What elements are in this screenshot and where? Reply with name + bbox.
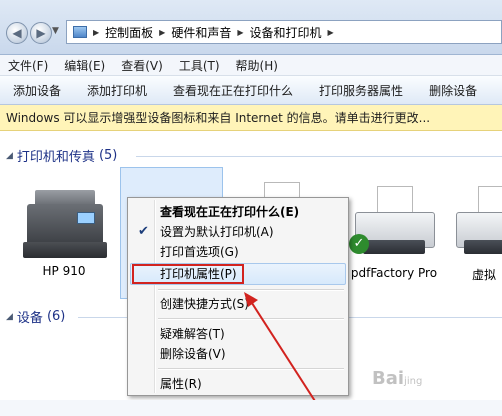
watermark-tail: jing: [404, 376, 423, 387]
menu-file[interactable]: 文件(F): [0, 57, 56, 74]
print-server-properties-button[interactable]: 打印服务器属性: [306, 82, 416, 99]
info-bar[interactable]: Windows 可以显示增强型设备图标和来自 Internet 的信息。请单击进…: [0, 105, 502, 131]
annotation-highlight-box: [132, 264, 244, 284]
default-printer-check-icon: ✓: [349, 234, 369, 254]
back-icon: ◀: [12, 26, 22, 40]
menu-help[interactable]: 帮助(H): [228, 57, 286, 74]
menu-item-label: 疑难解答(T): [160, 327, 225, 341]
devices-group-count: (6): [46, 309, 66, 324]
devices-group-label: 设备: [16, 311, 43, 326]
device-label: pdfFactory Pro: [350, 266, 438, 280]
menu-item-properties[interactable]: 属性(R): [130, 374, 346, 394]
printer-icon: ✓: [349, 186, 439, 266]
menu-item-create-shortcut[interactable]: 创建快捷方式(S): [130, 294, 346, 314]
menu-item-label: 打印首选项(G): [160, 245, 239, 259]
menu-item-set-default[interactable]: ✔ 设置为默认打印机(A): [130, 222, 346, 242]
group-divider: [136, 156, 502, 157]
context-menu: 查看现在正在打印什么(E) ✔ 设置为默认打印机(A) 打印首选项(G) 打印机…: [127, 197, 349, 396]
device-pdffactory[interactable]: ✓ pdfFactory Pro: [348, 186, 440, 280]
menu-bar: 文件(F) 编辑(E) 查看(V) 工具(T) 帮助(H): [0, 55, 502, 76]
watermark: Baijing: [372, 368, 422, 389]
checkmark-icon: ✔: [138, 224, 149, 239]
bottom-strip: [0, 400, 502, 416]
printers-group-count: (5): [98, 148, 118, 163]
chevron-right-icon[interactable]: ▶: [237, 28, 243, 37]
menu-item-label: 查看现在正在打印什么(E): [160, 205, 300, 219]
printers-group-label: 打印机和传真: [16, 150, 95, 165]
chevron-right-icon[interactable]: ▶: [93, 28, 99, 37]
collapse-icon[interactable]: ◢: [6, 312, 13, 322]
see-whats-printing-button[interactable]: 查看现在正在打印什么: [160, 82, 306, 99]
menu-item-printing-preferences[interactable]: 打印首选项(G): [130, 242, 346, 262]
command-bar: 添加设备 添加打印机 查看现在正在打印什么 打印服务器属性 删除设备: [0, 76, 502, 105]
control-panel-icon: [73, 26, 87, 38]
device-hp910[interactable]: HP 910: [16, 182, 112, 278]
address-bar: ◀ ▶ ▼ ▶ 控制面板 ▶ 硬件和声音 ▶ 设备和打印机 ▶: [0, 0, 502, 55]
back-button[interactable]: ◀: [6, 22, 28, 44]
menu-tools[interactable]: 工具(T): [171, 57, 228, 74]
chevron-right-icon[interactable]: ▶: [159, 28, 165, 37]
menu-item-label: 设置为默认打印机(A): [160, 225, 274, 239]
add-device-button[interactable]: 添加设备: [0, 82, 74, 99]
remove-device-button[interactable]: 删除设备: [416, 82, 490, 99]
device-label: HP 910: [42, 264, 86, 278]
device-virtual[interactable]: 虚拟: [450, 186, 502, 283]
devices-group-header[interactable]: ◢ 设备 (6): [6, 307, 65, 326]
menu-view[interactable]: 查看(V): [113, 57, 171, 74]
printers-group-header[interactable]: ◢ 打印机和传真 (5): [6, 146, 117, 165]
breadcrumb-devices-printers[interactable]: 设备和打印机: [250, 24, 322, 41]
menu-item-see-printing[interactable]: 查看现在正在打印什么(E): [130, 202, 346, 222]
breadcrumb-hardware-sound[interactable]: 硬件和声音: [171, 24, 231, 41]
menu-separator: [158, 368, 344, 370]
menu-item-troubleshoot[interactable]: 疑难解答(T): [130, 324, 346, 344]
menu-item-label: 删除设备(V): [160, 347, 226, 361]
device-label: 虚拟: [472, 268, 497, 282]
menu-item-label: 属性(R): [160, 377, 202, 391]
history-dropdown-icon[interactable]: ▼: [52, 26, 59, 36]
menu-item-label: 创建快捷方式(S): [160, 297, 249, 311]
forward-button[interactable]: ▶: [30, 22, 52, 44]
breadcrumb-control-panel[interactable]: 控制面板: [105, 24, 153, 41]
watermark-text: Bai: [372, 368, 405, 389]
printer-icon: [19, 182, 109, 262]
chevron-right-icon[interactable]: ▶: [328, 28, 334, 37]
add-printer-button[interactable]: 添加打印机: [74, 82, 160, 99]
menu-separator: [158, 289, 344, 291]
menu-separator: [158, 318, 344, 320]
collapse-icon[interactable]: ◢: [6, 151, 13, 161]
menu-item-remove-device[interactable]: 删除设备(V): [130, 344, 346, 364]
forward-icon: ▶: [36, 26, 46, 40]
address-path[interactable]: ▶ 控制面板 ▶ 硬件和声音 ▶ 设备和打印机 ▶: [66, 20, 502, 44]
menu-edit[interactable]: 编辑(E): [56, 57, 113, 74]
printer-icon: [450, 186, 502, 266]
info-bar-text: Windows 可以显示增强型设备图标和来自 Internet 的信息。请单击进…: [6, 111, 431, 125]
